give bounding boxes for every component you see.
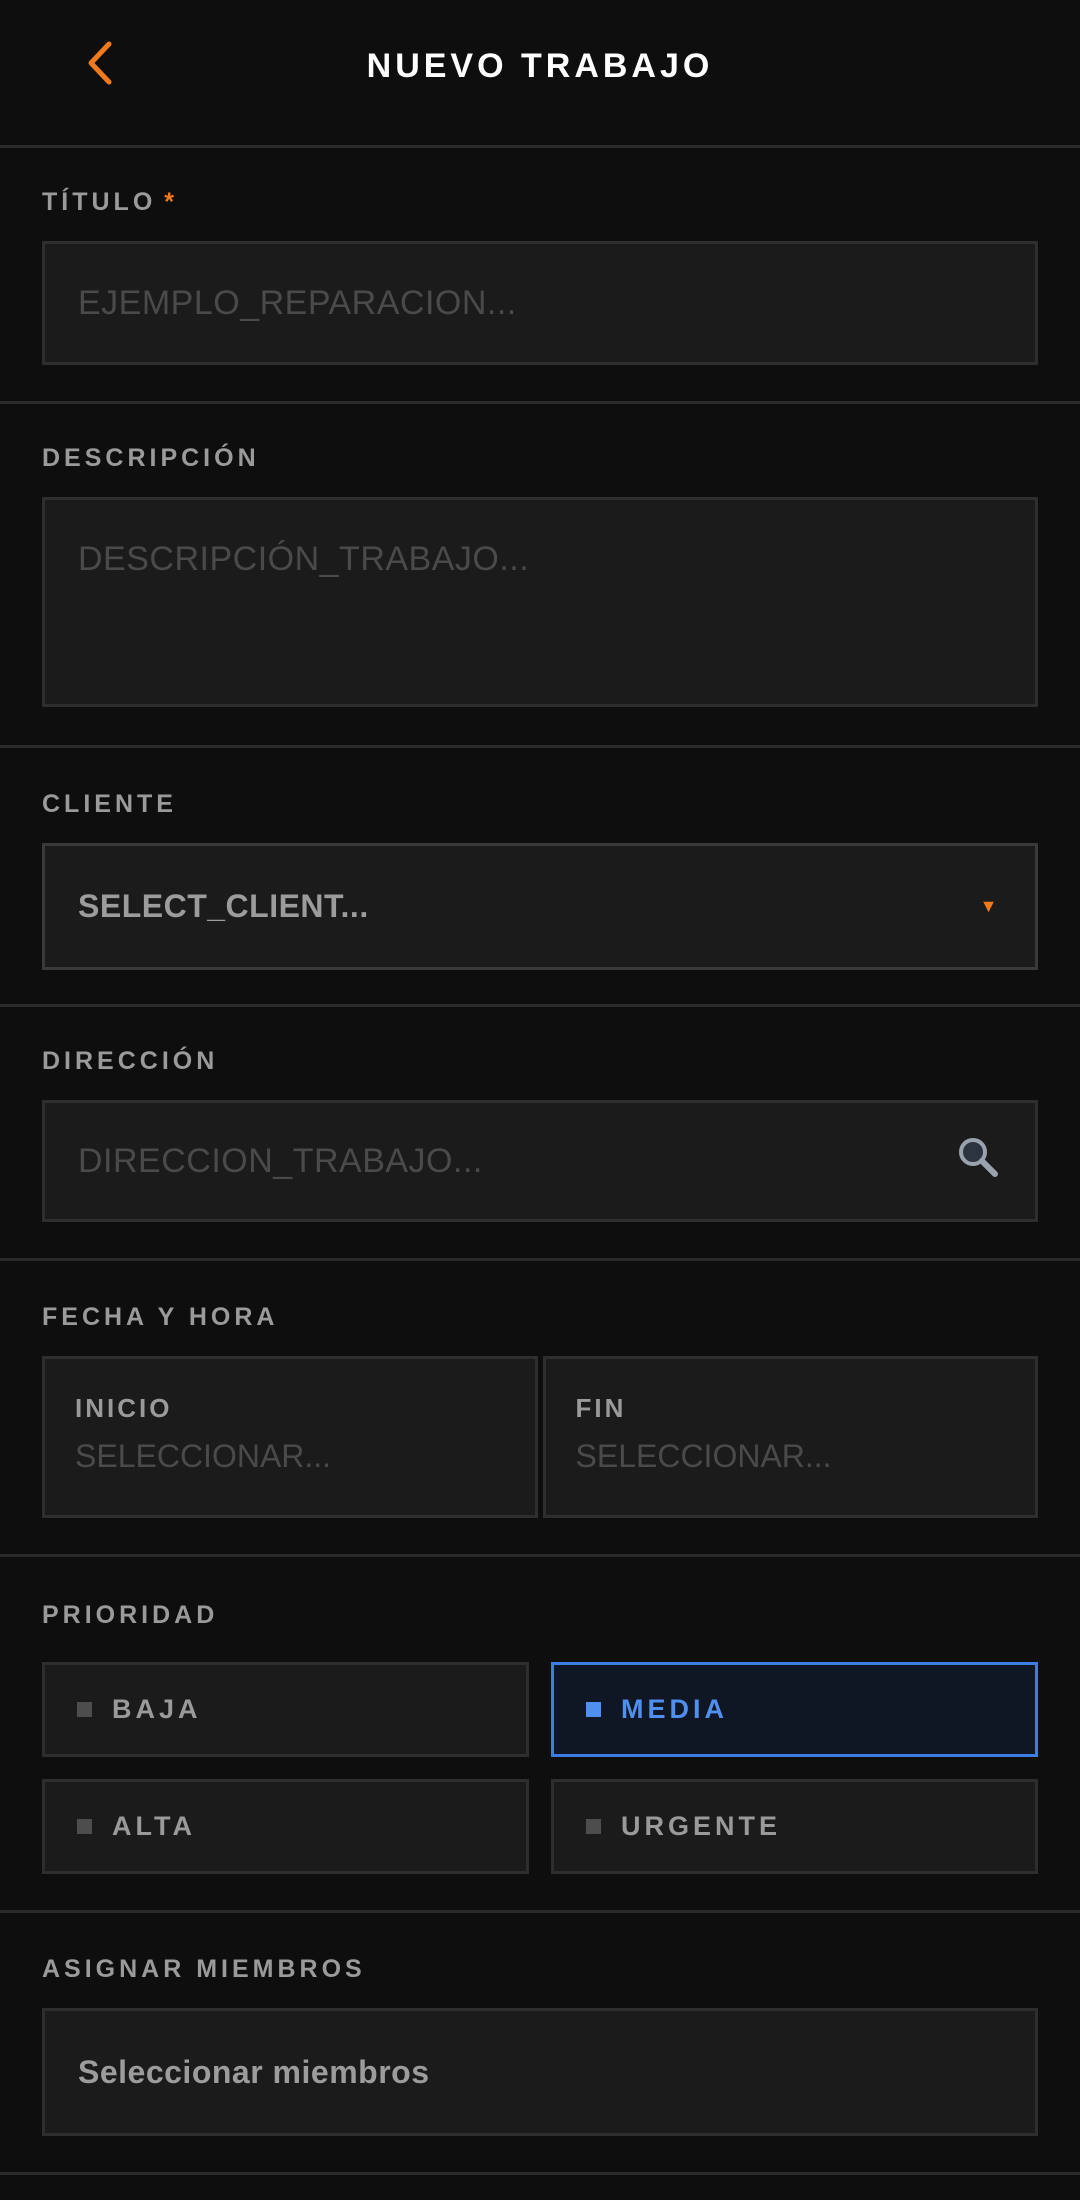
miembros-section: ASIGNAR MIEMBROS Seleccionar miembros [0, 1913, 1080, 2175]
prioridad-section: PRIORIDAD BAJA MEDIA ALTA URGENTE [0, 1557, 1080, 1913]
fecha-fin-picker[interactable]: FIN SELECCIONAR... [542, 1356, 1038, 1518]
priority-square-icon [586, 1702, 601, 1717]
priority-option-media[interactable]: MEDIA [551, 1662, 1038, 1757]
fecha-inicio-picker[interactable]: INICIO SELECCIONAR... [42, 1356, 538, 1518]
page-title: NUEVO TRABAJO [366, 47, 714, 85]
inicio-placeholder: SELECCIONAR... [75, 1438, 332, 1474]
back-button[interactable] [78, 36, 122, 90]
app-header: NUEVO TRABAJO [0, 0, 1080, 148]
fin-placeholder: SELECCIONAR... [575, 1438, 832, 1474]
miembros-label: ASIGNAR MIEMBROS [42, 1955, 366, 1983]
titulo-section: TÍTULO * EJEMPLO_REPARACION... [0, 148, 1080, 404]
miembros-value: Seleccionar miembros [78, 2053, 430, 2090]
priority-square-icon [77, 1819, 92, 1834]
inicio-label: INICIO [75, 1393, 173, 1423]
cliente-label: CLIENTE [42, 790, 177, 818]
titulo-label: TÍTULO * [42, 188, 1038, 217]
prioridad-options: BAJA MEDIA ALTA URGENTE [42, 1662, 1038, 1874]
cliente-section: CLIENTE SELECT_CLIENT... ▼ [0, 748, 1080, 1007]
date-range: INICIO SELECCIONAR... FIN SELECCIONAR... [42, 1356, 1038, 1518]
required-mark: * [164, 188, 178, 216]
priority-option-baja[interactable]: BAJA [42, 1662, 529, 1757]
priority-label: BAJA [112, 1694, 202, 1724]
direccion-input[interactable]: DIRECCION_TRABAJO... [42, 1100, 1038, 1222]
priority-option-urgente[interactable]: URGENTE [551, 1779, 1038, 1874]
priority-square-icon [586, 1819, 601, 1834]
descripcion-section: DESCRIPCIÓN DESCRIPCIÓN_TRABAJO... [0, 404, 1080, 748]
fecha-section: FECHA Y HORA INICIO SELECCIONAR... FIN S… [0, 1261, 1080, 1557]
priority-label: ALTA [112, 1811, 196, 1841]
cliente-value: SELECT_CLIENT... [78, 888, 369, 924]
direccion-placeholder: DIRECCION_TRABAJO... [78, 1141, 483, 1180]
search-icon[interactable] [956, 1135, 1000, 1188]
titulo-input[interactable]: EJEMPLO_REPARACION... [42, 241, 1038, 365]
miembros-select[interactable]: Seleccionar miembros [42, 2008, 1038, 2136]
descripcion-label: DESCRIPCIÓN [42, 444, 260, 472]
fecha-label: FECHA Y HORA [42, 1303, 279, 1331]
direccion-label: DIRECCIÓN [42, 1047, 219, 1075]
direccion-section: DIRECCIÓN DIRECCION_TRABAJO... [0, 1007, 1080, 1261]
prioridad-label: PRIORIDAD [42, 1601, 219, 1629]
priority-label: URGENTE [621, 1811, 782, 1841]
titulo-placeholder: EJEMPLO_REPARACION... [78, 283, 517, 322]
descripcion-placeholder: DESCRIPCIÓN_TRABAJO... [78, 540, 530, 578]
titulo-label-text: TÍTULO [42, 188, 157, 216]
chevron-left-icon [88, 41, 112, 85]
chevron-down-icon: ▼ [979, 896, 998, 916]
fin-label: FIN [575, 1393, 627, 1423]
descripcion-textarea[interactable]: DESCRIPCIÓN_TRABAJO... [42, 497, 1038, 707]
priority-square-icon [77, 1702, 92, 1717]
priority-label: MEDIA [621, 1694, 728, 1724]
cliente-select[interactable]: SELECT_CLIENT... ▼ [42, 843, 1038, 970]
priority-option-alta[interactable]: ALTA [42, 1779, 529, 1874]
